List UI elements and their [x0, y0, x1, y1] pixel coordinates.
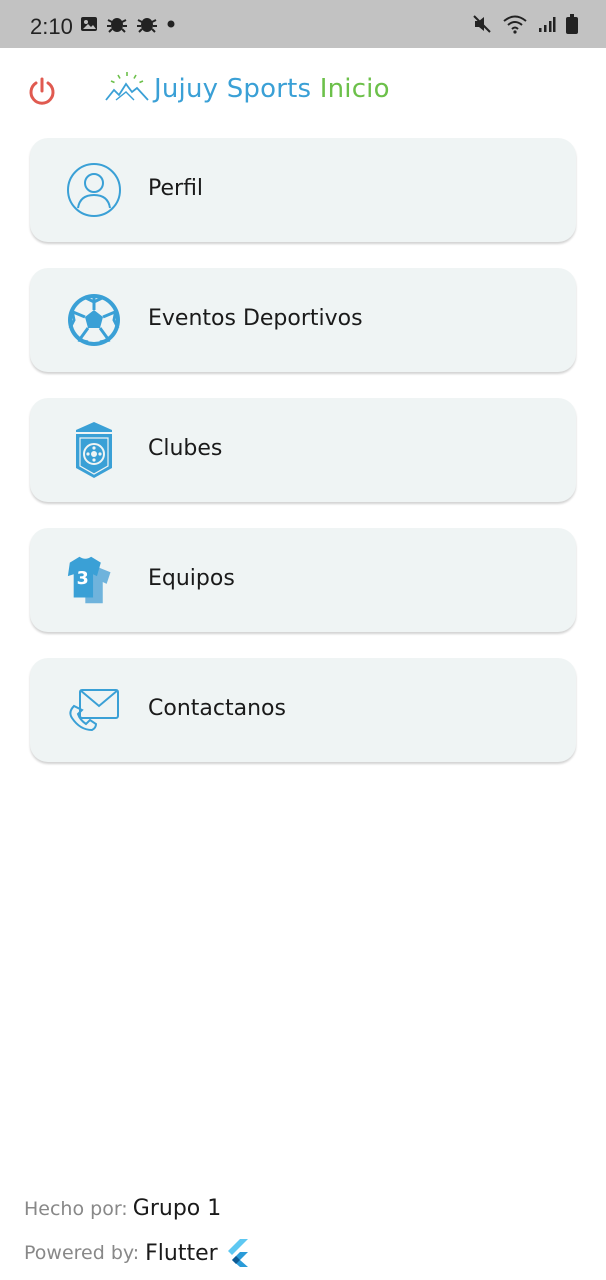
brand-name: Jujuy Sports — [154, 74, 312, 104]
menu-label-equipos: Equipos — [148, 566, 235, 591]
contact-mail-icon — [69, 689, 119, 732]
app-title: Jujuy Sports Inicio — [154, 74, 390, 104]
soccer-ball-icon — [68, 294, 120, 346]
bug-icon — [107, 18, 127, 33]
battery-icon — [566, 14, 578, 34]
footer-made-by: Hecho por: Grupo 1 — [24, 1196, 221, 1221]
footer-powered-by: Powered by: Flutter — [24, 1238, 250, 1268]
menu-label-contactanos: Contactanos — [148, 696, 286, 721]
dot-icon — [167, 20, 175, 28]
wifi-icon — [503, 15, 527, 34]
page-title: Inicio — [319, 74, 390, 104]
flutter-icon — [227, 1239, 248, 1267]
user-icon — [67, 163, 121, 217]
mute-icon — [473, 15, 491, 33]
menu-card-perfil[interactable]: Perfil — [30, 138, 576, 242]
status-time: 2:10 — [30, 14, 73, 39]
power-icon[interactable] — [26, 75, 58, 107]
menu-card-clubes[interactable]: Clubes — [30, 398, 576, 502]
menu-label-eventos-deportivos: Eventos Deportivos — [148, 306, 363, 331]
svg-text:3: 3 — [77, 569, 89, 589]
made-by-value: Grupo 1 — [132, 1196, 222, 1221]
bug-icon — [137, 18, 157, 33]
made-by-label: Hecho por: — [24, 1198, 128, 1220]
menu-card-contactanos[interactable]: Contactanos — [30, 658, 576, 762]
menu-card-equipos[interactable]: 3 Equipos — [30, 528, 576, 632]
status-bar: 2:10 — [0, 0, 606, 48]
powered-by-value: Flutter — [145, 1240, 218, 1266]
status-right-icons — [472, 14, 578, 34]
status-left-icons — [80, 14, 176, 34]
jujuy-sports-logo-icon — [105, 72, 149, 101]
powered-by-label: Powered by: — [24, 1242, 140, 1264]
signal-icon — [539, 17, 556, 32]
menu-label-clubes: Clubes — [148, 436, 223, 461]
menu-card-eventos-deportivos[interactable]: Eventos Deportivos — [30, 268, 576, 372]
image-icon — [81, 17, 97, 31]
club-pennant-icon — [76, 422, 112, 478]
menu-label-perfil: Perfil — [148, 176, 204, 201]
jersey-icon: 3 — [67, 556, 111, 604]
